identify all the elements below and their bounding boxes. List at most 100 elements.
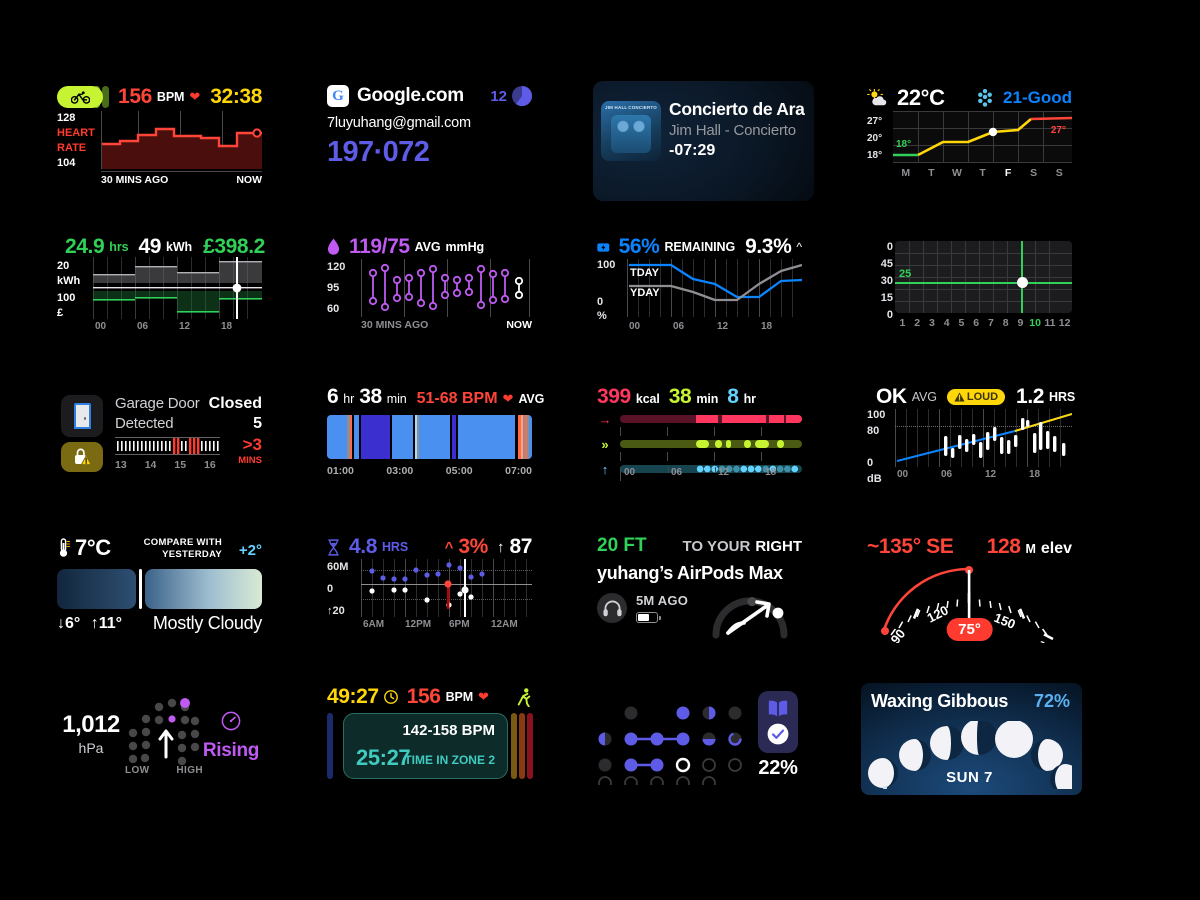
battery-xtick: 06 xyxy=(673,321,685,332)
chevrons-right-icon: » xyxy=(601,436,609,452)
widget-airpods-find[interactable]: 20 FT TO YOUR RIGHT yuhang’s AirPods Max… xyxy=(597,535,802,645)
battery-chart: TDAY YDAY xyxy=(627,259,802,317)
door-tile[interactable] xyxy=(61,395,103,437)
exercise-track xyxy=(620,440,802,448)
zone-bpm-unit: BPM xyxy=(445,690,474,704)
battery-axis-top: 100 xyxy=(597,259,616,271)
hr-axis-high: 128 xyxy=(57,112,76,124)
grid-xaxis: 1 2 3 4 5 6 7 8 9 10 11 12 xyxy=(895,317,1072,329)
hr-axis-label-2: RATE xyxy=(57,142,87,154)
resp-ymid: 0 xyxy=(327,583,334,595)
door-icon xyxy=(73,403,91,429)
widget-energy-usage[interactable]: 24.9 hrs 49 kWh £398.2 20 kWh 100 £ 00 0… xyxy=(57,235,265,345)
garage-value: >3 xyxy=(242,435,262,454)
weather-day-today: F xyxy=(1004,167,1012,179)
podcast-tile[interactable] xyxy=(758,691,798,753)
track-title: Concierto de Ara xyxy=(669,99,805,119)
compass-bearing-pill: 75° xyxy=(946,618,993,641)
hr-foot-left: 30 MINS AGO xyxy=(101,173,169,186)
svg-text:180: 180 xyxy=(1033,638,1058,643)
current-temp: 22°C xyxy=(897,85,945,110)
battery-axis-unit: % xyxy=(597,310,607,322)
respiratory-hours: 4.8 xyxy=(349,535,377,558)
sleep-hours: 6 xyxy=(327,385,339,408)
activity-hr-unit: hr xyxy=(743,392,756,406)
weather-day: T xyxy=(928,167,935,179)
compass-dial: 90 120 150 180 75° xyxy=(867,559,1072,664)
widget-activity-rings[interactable]: 399 kcal 38 min 8 hr → » ↑ 00 06 12 18 xyxy=(597,385,802,495)
unread-count: 12 xyxy=(490,87,507,105)
energy-chart xyxy=(93,257,262,319)
widget-google-mail[interactable]: G Google.com 12 7luyuhang@gmail.com 197·… xyxy=(327,85,532,195)
widget-podcasts-grid[interactable]: 22% xyxy=(597,685,802,795)
battery-axis-bottom: 0 xyxy=(597,296,604,308)
widget-garage-door[interactable]: Garage Door Closed Detected 5 13 14 15 1… xyxy=(57,385,262,495)
widget-noise-level[interactable]: OK AVG LOUD 1.2 HRS 100 80 0 dB 00 06 12… xyxy=(867,385,1076,495)
widget-cell: JIM HALL CONCIERTO Concierto de Ara Jim … xyxy=(585,81,855,235)
widget-sleep-respiratory[interactable]: 4.8 HRS ^ 3% ↑ 87 60M 0 ↑20 6AM 12PM 6PM… xyxy=(327,535,532,645)
battery-delta: 9.3% xyxy=(745,235,792,258)
battery-xtick: 00 xyxy=(629,321,641,332)
garage-xtick: 13 xyxy=(115,459,127,471)
widget-barometer[interactable]: 1,012 hPa LOW HIGH Rising xyxy=(57,685,262,795)
weather-day: T xyxy=(979,167,986,179)
respiratory-chart xyxy=(361,559,532,617)
widget-temperature-compare[interactable]: 7°C COMPARE WITH YESTERDAY +2° ↓6° ↑11° … xyxy=(57,535,262,645)
widget-cell: 49:27 156 BPM ❤ 142-158 BPM 25:27 TIME I… xyxy=(315,685,585,835)
bp-foot-right: NOW xyxy=(506,319,532,331)
activity-kcal: 399 xyxy=(597,385,631,408)
energy-xtick: 12 xyxy=(179,321,191,332)
widget-activity-grid[interactable]: 0 45 30 15 0 25 1 2 3 4 5 6 7 8 9 10 11 … xyxy=(867,235,1072,345)
yesterday-bar xyxy=(57,569,137,609)
energy-axis-top-unit: kWh xyxy=(57,275,81,287)
widget-workout-zone[interactable]: 49:27 156 BPM ❤ 142-158 BPM 25:27 TIME I… xyxy=(327,685,533,795)
widget-moon-phase[interactable]: Waxing Gibbous 72% SUN 7 xyxy=(861,683,1082,795)
noise-xtick: 12 xyxy=(985,469,997,480)
today-bar xyxy=(145,569,262,609)
svg-text:90: 90 xyxy=(888,626,909,643)
weather-ytick-2: 18° xyxy=(867,150,883,161)
widget-sleep-stages[interactable]: 6 hr 38 min 51-68 BPM ❤ AVG 01:00 03:00 … xyxy=(327,385,544,495)
bp-ytick: 95 xyxy=(327,282,340,294)
widget-battery-level[interactable]: 56% REMAINING 9.3% ^ 100 0 % TDAY YDAY 0… xyxy=(597,235,802,345)
headphones-icon xyxy=(597,593,627,623)
respiratory-steps: 87 xyxy=(509,535,532,558)
widget-now-playing[interactable]: JIM HALL CONCIERTO Concierto de Ara Jim … xyxy=(593,81,814,201)
artwork-artist: JIM HALL xyxy=(605,105,628,110)
warning-icon xyxy=(954,392,965,402)
widget-compass[interactable]: ~135° SE 128 M elev 90 120 150 75° xyxy=(867,535,1072,664)
noise-hours-unit: HRS xyxy=(1049,390,1076,404)
direction-prefix: TO YOUR xyxy=(682,538,751,555)
grid-ytick: 0 xyxy=(886,309,893,321)
zone-time: 25:27 xyxy=(356,745,411,770)
noise-ytick: 0 xyxy=(867,457,874,469)
artwork-title: CONCIERTO xyxy=(628,105,657,110)
sleep-xtick: 07:00 xyxy=(505,465,532,477)
noise-chart xyxy=(895,409,1072,467)
resp-ybottom: ↑20 xyxy=(327,605,345,617)
blood-pressure-chart xyxy=(361,259,532,317)
temp-range: ↓6° ↑11° xyxy=(57,615,122,633)
sleep-bpm-label: AVG xyxy=(518,392,545,406)
bp-ytick: 120 xyxy=(327,261,346,273)
compass-bearing: 75° xyxy=(958,621,981,638)
status-badge: LOUD xyxy=(946,389,1006,405)
pressure-high-label: HIGH xyxy=(176,765,203,776)
battery-bolt-icon xyxy=(597,242,610,252)
widget-cell: 24.9 hrs 49 kWh £398.2 20 kWh 100 £ 00 0… xyxy=(45,235,315,385)
grid-ytick: 45 xyxy=(880,258,893,270)
activity-xtick: 06 xyxy=(671,467,683,478)
widget-weather-week[interactable]: 22°C 21-Good 27° 20° 18° 18° 27° M T W T… xyxy=(867,85,1072,195)
workout-duration: 32:38 xyxy=(210,85,262,108)
battery-xtick: 12 xyxy=(717,321,729,332)
widget-workout-heart-rate[interactable]: 156 BPM ❤ 32:38 128 HEART RATE 104 30 MI… xyxy=(57,85,262,195)
resp-xtick: 6PM xyxy=(449,619,470,630)
zone-range: 142-158 BPM xyxy=(402,722,495,739)
widget-blood-pressure[interactable]: 119/75 AVG mmHg 120 95 60 30 MINS AGO NO… xyxy=(327,235,532,345)
garage-xtick: 14 xyxy=(144,459,157,471)
moon-illumination: 72% xyxy=(1033,691,1070,711)
lock-tile[interactable] xyxy=(61,442,103,472)
current-temperature: 7°C xyxy=(75,535,111,560)
album-artwork: JIM HALL CONCIERTO xyxy=(601,101,661,161)
garage-xtick: 15 xyxy=(174,459,187,471)
